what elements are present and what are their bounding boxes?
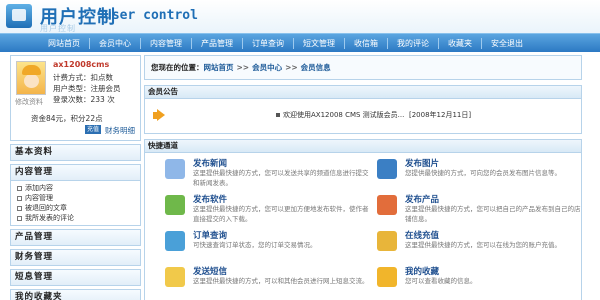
product-icon: [377, 195, 397, 215]
quick-item-desc: 您可以查看收藏的信息。: [405, 277, 477, 285]
user-card: 修改资料 ax12008cms 计费方式：扣点数 用户类型：注册会员 登录次数：…: [10, 55, 141, 141]
breadcrumb: 您现在的位置： 网站首页 >> 会员中心 >> 会员信息: [144, 55, 582, 80]
nav-divider: [293, 37, 294, 49]
nav-divider: [140, 37, 141, 49]
quick-item-desc: 这里提供最快捷的方式，您可以发送共享的频道信息进行提交和新闻发表。: [193, 169, 369, 187]
quick-item-my-favorites[interactable]: 我的收藏 您可以查看收藏的信息。: [377, 265, 577, 299]
quick-access-header: 快捷通道: [144, 139, 582, 153]
quick-item-send-sms[interactable]: 发送短信 这里提供最快捷的方式，可以和其他会员进行网上短息交流。: [165, 265, 369, 299]
nav-member-center[interactable]: 会员中心: [99, 38, 131, 49]
menu-sms-management[interactable]: 短息管理: [10, 269, 141, 286]
menu-finance-management[interactable]: 财务管理: [10, 249, 141, 266]
breadcrumb-home[interactable]: 网站首页: [204, 62, 234, 73]
bullet-icon: [17, 205, 22, 211]
nav-divider: [481, 37, 482, 49]
breadcrumb-member-center[interactable]: 会员中心: [252, 62, 282, 73]
header: 用户控制 user control 用户控制: [0, 0, 600, 33]
balance-text: 资金84元，积分22点: [31, 114, 103, 123]
breadcrumb-member-info[interactable]: 会员信息: [301, 62, 331, 73]
nav-sms[interactable]: 短文管理: [303, 38, 335, 49]
announcement-date: [2008年12月11日]: [409, 111, 472, 119]
user-type: 用户类型：注册会员: [53, 84, 121, 93]
quick-item-desc: 这里提供最快捷的方式，您可以在线为您的账户充值。: [405, 241, 561, 249]
quick-item-publish-image[interactable]: 发布图片 您提供最快捷的方式，可向您的会员发布图片信息等。: [377, 157, 577, 191]
breadcrumb-label: 您现在的位置：: [151, 63, 204, 72]
submenu-add-content[interactable]: 添加内容: [17, 183, 140, 193]
speaker-icon: [153, 109, 167, 122]
submenu-rejected-articles[interactable]: 被退回的文章: [17, 203, 140, 213]
nav-divider: [89, 37, 90, 49]
announcement-header: 会员公告: [144, 85, 582, 99]
nav-content[interactable]: 内容管理: [150, 38, 182, 49]
submenu-label: 我所发表的评论: [25, 214, 74, 222]
quick-access-panel: 发布新闻 这里提供最快捷的方式，您可以发送共享的频道信息进行提交和新闻发表。 发…: [144, 153, 582, 300]
image-icon: [377, 159, 397, 179]
finance-detail-link[interactable]: 财务明细: [105, 125, 135, 136]
content-submenu: 添加内容 内容管理 被退回的文章 我所发表的评论: [10, 181, 141, 226]
sidebar: 修改资料 ax12008cms 计费方式：扣点数 用户类型：注册会员 登录次数：…: [10, 55, 141, 300]
envelope-icon: [165, 267, 185, 287]
submenu-label: 添加内容: [25, 184, 53, 192]
nav-inbox[interactable]: 收信箱: [354, 38, 378, 49]
avatar: [16, 61, 46, 95]
order-icon: [165, 231, 185, 251]
coins-icon: [377, 231, 397, 251]
quick-item-publish-product[interactable]: 发布产品 这里提供最快捷的方式，您可以把自己的产品发布到自己的店铺信息。: [377, 193, 581, 227]
submenu-label: 被退回的文章: [25, 204, 67, 212]
top-nav: 网站首页 会员中心 内容管理 产品管理 订单查询 短文管理 收信箱 我的评论 收…: [0, 33, 600, 52]
breadcrumb-separator: >>: [285, 63, 298, 72]
quick-item-online-recharge[interactable]: 在线充值 这里提供最快捷的方式，您可以在线为您的账户充值。: [377, 229, 577, 263]
quick-item-desc: 这里提供最快捷的方式，您可以更加方便地发布软件，使作者直接提交的入下载。: [193, 205, 369, 223]
nav-comments[interactable]: 我的评论: [397, 38, 429, 49]
nav-home[interactable]: 网站首页: [48, 38, 80, 49]
logo-icon: [6, 4, 32, 28]
submenu-manage-content[interactable]: 内容管理: [17, 193, 140, 203]
bullet-icon: [276, 113, 280, 117]
quick-item-publish-software[interactable]: 发布软件 这里提供最快捷的方式，您可以更加方便地发布软件，使作者直接提交的入下载…: [165, 193, 369, 227]
quick-item-desc: 您提供最快捷的方式，可向您的会员发布图片信息等。: [405, 169, 561, 177]
recharge-button[interactable]: 充值: [85, 125, 101, 134]
main-content: 您现在的位置： 网站首页 >> 会员中心 >> 会员信息 会员公告 欢迎使用AX…: [144, 55, 582, 300]
logo-subtitle: user control: [104, 8, 198, 23]
announcement-link[interactable]: 欢迎使用AX12008 CMS 测试版会员...: [283, 110, 404, 120]
submenu-label: 内容管理: [25, 194, 53, 202]
username: ax12008cms: [53, 60, 110, 69]
nav-favorites[interactable]: 收藏夹: [448, 38, 472, 49]
nav-divider: [387, 37, 388, 49]
menu-product-management[interactable]: 产品管理: [10, 229, 141, 246]
menu-favorites[interactable]: 我的收藏夹: [10, 289, 141, 300]
nav-logout[interactable]: 安全退出: [491, 38, 523, 49]
bullet-icon: [17, 215, 22, 221]
breadcrumb-separator: >>: [236, 63, 250, 72]
login-count: 登录次数：233 次: [53, 95, 115, 104]
quick-item-order-query[interactable]: 订单查询 可快速查询订单状态，您的订单交易情况。: [165, 229, 365, 263]
download-icon: [165, 195, 185, 215]
quick-item-publish-news[interactable]: 发布新闻 这里提供最快捷的方式，您可以发送共享的频道信息进行提交和新闻发表。: [165, 157, 369, 191]
nav-orders[interactable]: 订单查询: [252, 38, 284, 49]
nav-divider: [242, 37, 243, 49]
quick-item-desc: 这里提供最快捷的方式，您可以把自己的产品发布到自己的店铺信息。: [405, 205, 581, 223]
nav-divider: [191, 37, 192, 49]
menu-basic-info[interactable]: 基本资料: [10, 144, 141, 161]
nav-products[interactable]: 产品管理: [201, 38, 233, 49]
nav-divider: [344, 37, 345, 49]
submenu-my-comments[interactable]: 我所发表的评论: [17, 213, 140, 223]
announcement-panel: 欢迎使用AX12008 CMS 测试版会员... [2008年12月11日]: [144, 99, 582, 134]
page: 用户控制 user control 用户控制 网站首页 会员中心 内容管理 产品…: [0, 0, 600, 300]
news-icon: [165, 159, 185, 179]
quick-item-desc: 这里提供最快捷的方式，可以和其他会员进行网上短息交流。: [193, 277, 369, 285]
billing-method: 计费方式：扣点数: [53, 73, 113, 82]
quick-item-desc: 可快速查询订单状态，您的订单交易情况。: [193, 241, 317, 249]
bullet-icon: [17, 195, 22, 201]
nav-divider: [438, 37, 439, 49]
star-icon: [377, 267, 397, 287]
menu-content-management[interactable]: 内容管理: [10, 164, 141, 181]
edit-profile-link[interactable]: 修改资料: [15, 97, 43, 107]
bullet-icon: [17, 185, 22, 191]
